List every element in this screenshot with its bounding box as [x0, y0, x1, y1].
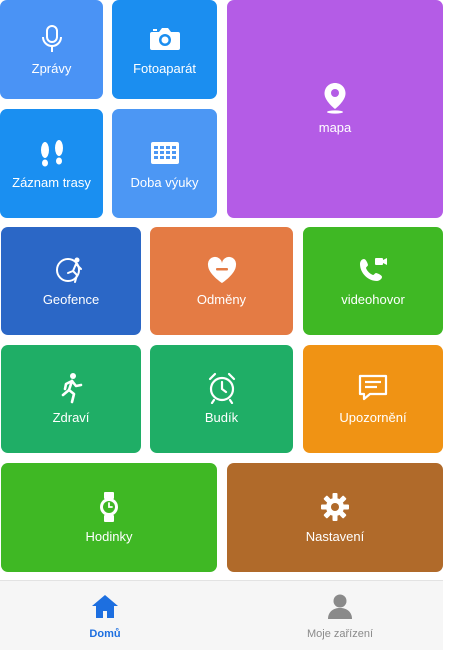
tile-zpravy[interactable]: Zprávy — [0, 0, 103, 99]
tile-label: Hodinky — [85, 528, 133, 544]
geofence-runner-icon — [55, 254, 87, 286]
tile-videohovor[interactable]: videohovor — [303, 227, 443, 335]
tile-label: Odměny — [196, 292, 247, 307]
heart-icon — [207, 254, 237, 286]
tile-label: videohovor — [341, 292, 405, 307]
tab-domu[interactable]: Domů — [60, 581, 150, 650]
tab-moje-zarizeni[interactable]: Moje zařízení — [290, 581, 390, 650]
footprints-icon — [37, 137, 67, 169]
tile-label: Upozornění — [339, 410, 407, 425]
tile-label: Doba výuky — [130, 174, 199, 190]
gear-icon — [320, 491, 350, 523]
person-icon — [327, 593, 353, 624]
tile-label: Geofence — [42, 292, 100, 307]
tile-hodinky[interactable]: Hodinky — [1, 463, 217, 572]
tile-geofence[interactable]: Geofence — [1, 227, 141, 335]
tab-label: Moje zařízení — [306, 627, 374, 640]
microphone-icon — [41, 23, 63, 55]
tile-label: Zprávy — [31, 60, 72, 76]
tile-fotoaparat[interactable]: Fotoaparát — [112, 0, 217, 99]
camera-icon — [149, 23, 181, 55]
tile-label: Záznam trasy — [12, 174, 91, 190]
tile-label: mapa — [318, 120, 352, 135]
tile-odmeny[interactable]: Odměny — [150, 227, 293, 335]
tile-label: Fotoaparát — [133, 60, 196, 76]
calendar-grid-icon — [150, 137, 180, 169]
tile-upozorneni[interactable]: Upozornění — [303, 345, 443, 453]
bottom-tab-bar: Domů Moje zařízení — [0, 580, 443, 650]
runner-icon — [58, 372, 84, 404]
tile-label: Zdraví — [52, 410, 90, 425]
tile-zdravi[interactable]: Zdraví — [1, 345, 141, 453]
tile-mapa[interactable]: mapa — [227, 0, 443, 218]
alarm-clock-icon — [207, 372, 237, 404]
tab-label: Domů — [89, 627, 121, 640]
home-icon — [91, 593, 119, 624]
tile-budik[interactable]: Budík — [150, 345, 293, 453]
tile-doba-vyuky[interactable]: Doba výuky — [112, 109, 217, 218]
tile-label: Budík — [204, 410, 239, 425]
map-pin-icon — [322, 82, 348, 114]
watch-icon — [97, 491, 121, 523]
video-call-icon — [358, 254, 388, 286]
message-icon — [358, 372, 388, 404]
tile-zaznam-trasy[interactable]: Záznam trasy — [0, 109, 103, 218]
tile-label: Nastavení — [305, 528, 365, 544]
tile-nastaveni[interactable]: Nastavení — [227, 463, 443, 572]
